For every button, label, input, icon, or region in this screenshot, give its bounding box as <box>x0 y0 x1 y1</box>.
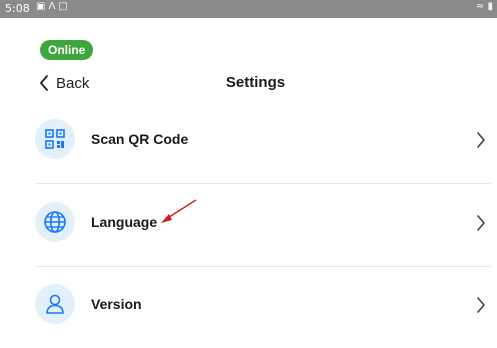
chevron-right-icon <box>477 215 485 231</box>
battery-icon: ▮ <box>487 1 493 12</box>
qr-code-icon <box>35 119 75 159</box>
chevron-right-icon <box>477 297 485 313</box>
settings-item-label: Scan QR Code <box>91 131 189 147</box>
chevron-right-icon <box>477 132 485 148</box>
online-status-badge: Online <box>40 40 94 60</box>
signal-icon: Λ <box>48 1 59 12</box>
settings-item-language[interactable]: Language <box>35 184 491 266</box>
status-bar: 5:08 ▣Λ□ ≈ ▮ <box>0 0 497 18</box>
settings-item-label: Version <box>91 296 142 312</box>
screenshot-icon: □ <box>58 1 71 12</box>
settings-item-label: Language <box>91 214 158 230</box>
user-icon <box>35 284 75 324</box>
image-icon: ▣ <box>36 1 49 12</box>
status-time: 5:08 <box>5 2 30 15</box>
status-right-icons: ≈ ▮ <box>476 1 493 12</box>
settings-item-scan-qr-code[interactable]: Scan QR Code <box>35 101 491 183</box>
globe-icon <box>35 202 75 242</box>
wifi-icon: ≈ <box>475 1 485 12</box>
page-title: Settings <box>225 74 286 91</box>
status-icons: ▣Λ□ <box>36 1 71 12</box>
settings-item-version[interactable]: Version <box>35 266 491 348</box>
